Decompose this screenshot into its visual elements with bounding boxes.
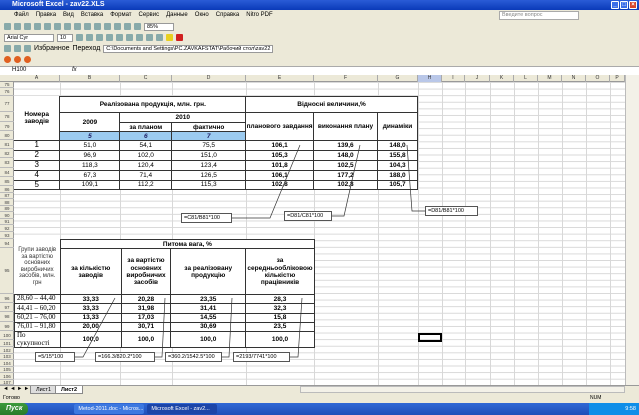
vertical-scrollbar[interactable]: [625, 75, 639, 385]
task-word[interactable]: Metod-2011.doc - Micros...: [74, 404, 145, 414]
tab-sheet2[interactable]: Лист2: [55, 386, 84, 394]
formula-note: =D81/B81*100: [425, 206, 478, 216]
selected-cell[interactable]: [418, 333, 442, 342]
task-excel[interactable]: Microsoft Excel - zav2...: [147, 404, 218, 414]
horizontal-scrollbar[interactable]: [300, 386, 625, 393]
formula-note: =C81/B81*100: [181, 213, 232, 223]
tab-nav-arrows[interactable]: ◄ ◄ ► ►: [3, 386, 29, 392]
formula-note: =D81/C81*100: [284, 211, 332, 221]
formula-note: =5/15*100: [35, 352, 75, 362]
status-bar: Готово: [3, 395, 20, 401]
taskbar: Пуск Metod-2011.doc - Micros... Microsof…: [0, 403, 639, 415]
formula-note: =360.2/1542.5*100: [165, 352, 222, 362]
clock: 9:58: [589, 403, 639, 415]
tab-sheet1[interactable]: Лист1: [30, 386, 58, 394]
start-button[interactable]: Пуск: [0, 403, 29, 415]
formula-note: =2193/7741*100: [233, 352, 290, 362]
num-lock-indicator: NUM: [590, 395, 602, 401]
formula-note: =166.3/820.2*100: [95, 352, 155, 362]
